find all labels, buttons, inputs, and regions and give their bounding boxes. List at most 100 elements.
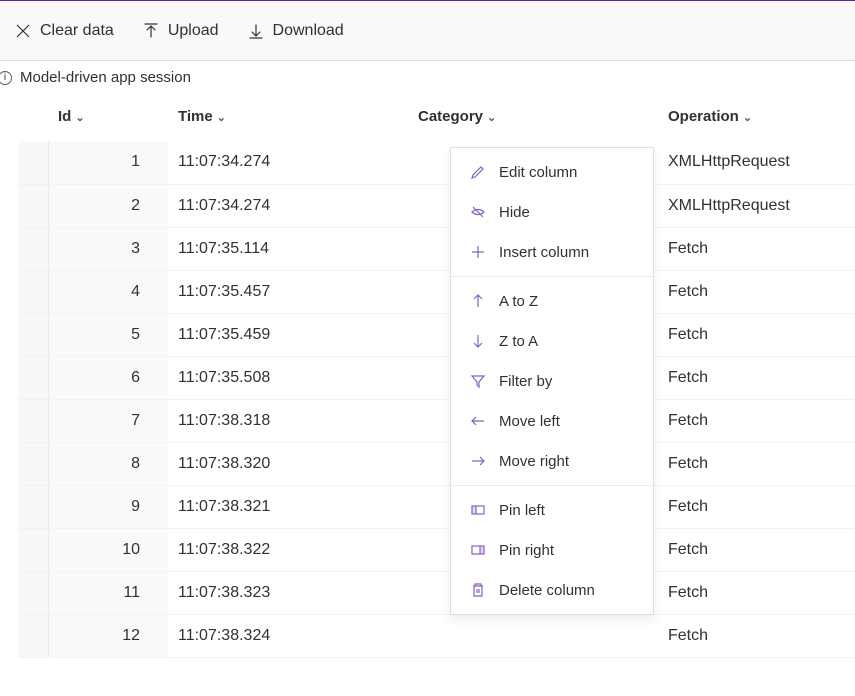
download-label: Download [273, 22, 344, 40]
menu-hide[interactable]: Hide [451, 192, 653, 232]
table-row[interactable]: 911:07:38.321Fetch [18, 485, 855, 528]
download-icon [247, 22, 265, 40]
table-row[interactable]: 711:07:38.318 Fetch [18, 399, 855, 442]
cell-id: 3 [48, 227, 168, 270]
arrow-up-icon [469, 292, 487, 310]
cell-id: 7 [48, 399, 168, 442]
cell-category [408, 614, 658, 657]
clear-data-label: Clear data [40, 22, 114, 40]
cell-operation: XMLHttpRequest [658, 184, 855, 227]
chevron-down-icon: ⌄ [487, 111, 496, 124]
col-header-time[interactable]: Time⌄ [168, 94, 408, 141]
cell-id: 1 [48, 141, 168, 184]
cell-time: 11:07:34.274 [168, 184, 408, 227]
row-gutter [18, 528, 48, 571]
table-row[interactable]: 811:07:38.320Fetch [18, 442, 855, 485]
pin-left-icon [469, 501, 487, 519]
row-gutter [18, 614, 48, 657]
cell-operation: Fetch [658, 399, 855, 442]
menu-label: Insert column [499, 244, 589, 261]
cell-operation: Fetch [658, 270, 855, 313]
filter-icon [469, 372, 487, 390]
menu-label: Delete column [499, 582, 595, 599]
menu-label: Move left [499, 413, 560, 430]
cell-id: 12 [48, 614, 168, 657]
cell-operation: Fetch [658, 442, 855, 485]
cell-time: 11:07:38.323 [168, 571, 408, 614]
table-row[interactable]: 111:07:34.274XMLHttpRequest [18, 141, 855, 184]
table-row[interactable]: 511:07:35.459 Fetch [18, 313, 855, 356]
download-button[interactable]: Download [247, 22, 344, 40]
row-gutter [18, 442, 48, 485]
pin-right-icon [469, 541, 487, 559]
row-gutter [18, 227, 48, 270]
arrow-down-icon [469, 332, 487, 350]
menu-move-left[interactable]: Move left [451, 401, 653, 441]
col-header-category[interactable]: Category⌄ [408, 94, 658, 141]
cell-id: 8 [48, 442, 168, 485]
chevron-down-icon: ⌄ [75, 111, 84, 124]
subheader: i Model-driven app session [0, 61, 855, 94]
chevron-down-icon: ⌄ [217, 111, 226, 124]
toolbar: Clear data Upload Download [0, 1, 855, 61]
menu-label: A to Z [499, 293, 538, 310]
close-icon [14, 22, 32, 40]
menu-label: Filter by [499, 373, 552, 390]
table-row[interactable]: 311:07:35.114 Fetch [18, 227, 855, 270]
menu-filter-by[interactable]: Filter by [451, 361, 653, 401]
menu-pin-left[interactable]: Pin left [451, 490, 653, 530]
menu-delete-column[interactable]: Delete column [451, 570, 653, 610]
menu-label: Edit column [499, 164, 577, 181]
menu-pin-right[interactable]: Pin right [451, 530, 653, 570]
cell-id: 9 [48, 485, 168, 528]
table-row[interactable]: 1111:07:38.323Fetch [18, 571, 855, 614]
table-row[interactable]: 411:07:35.457Fetch [18, 270, 855, 313]
cell-time: 11:07:35.114 [168, 227, 408, 270]
menu-label: Pin left [499, 502, 545, 519]
table-row[interactable]: 1211:07:38.324Fetch [18, 614, 855, 657]
menu-move-right[interactable]: Move right [451, 441, 653, 481]
table-row[interactable]: 1011:07:38.322Fetch [18, 528, 855, 571]
cell-time: 11:07:38.318 [168, 399, 408, 442]
row-gutter [18, 399, 48, 442]
cell-operation: Fetch [658, 528, 855, 571]
cell-time: 11:07:35.459 [168, 313, 408, 356]
menu-label: Hide [499, 204, 530, 221]
upload-button[interactable]: Upload [142, 22, 219, 40]
row-gutter [18, 485, 48, 528]
col-header-id[interactable]: Id⌄ [48, 94, 168, 141]
row-gutter [18, 313, 48, 356]
session-title: Model-driven app session [20, 69, 191, 86]
table-row[interactable]: 211:07:34.274XMLHttpRequest [18, 184, 855, 227]
menu-sort-asc[interactable]: A to Z [451, 281, 653, 321]
data-table: Id⌄ Time⌄ Category⌄ Operation⌄ 111:07:34… [18, 94, 855, 658]
menu-label: Z to A [499, 333, 538, 350]
chevron-down-icon: ⌄ [743, 111, 752, 124]
column-context-menu: Edit column Hide Insert column A to Z [450, 147, 654, 615]
col-header-operation[interactable]: Operation⌄ [658, 94, 855, 141]
cell-id: 5 [48, 313, 168, 356]
menu-edit-column[interactable]: Edit column [451, 152, 653, 192]
cell-time: 11:07:35.457 [168, 270, 408, 313]
info-icon: i [0, 71, 12, 85]
cell-id: 6 [48, 356, 168, 399]
cell-time: 11:07:34.274 [168, 141, 408, 184]
row-gutter [18, 356, 48, 399]
menu-sort-desc[interactable]: Z to A [451, 321, 653, 361]
cell-id: 10 [48, 528, 168, 571]
clear-data-button[interactable]: Clear data [14, 22, 114, 40]
table-row[interactable]: 611:07:35.508Fetch [18, 356, 855, 399]
row-gutter [18, 184, 48, 227]
cell-operation: Fetch [658, 571, 855, 614]
cell-time: 11:07:38.324 [168, 614, 408, 657]
plus-icon [469, 243, 487, 261]
arrow-left-icon [469, 412, 487, 430]
menu-label: Move right [499, 453, 569, 470]
cell-operation: Fetch [658, 313, 855, 356]
trash-icon [469, 581, 487, 599]
menu-insert-column[interactable]: Insert column [451, 232, 653, 272]
upload-icon [142, 22, 160, 40]
cell-time: 11:07:38.321 [168, 485, 408, 528]
cell-operation: Fetch [658, 227, 855, 270]
cell-time: 11:07:35.508 [168, 356, 408, 399]
